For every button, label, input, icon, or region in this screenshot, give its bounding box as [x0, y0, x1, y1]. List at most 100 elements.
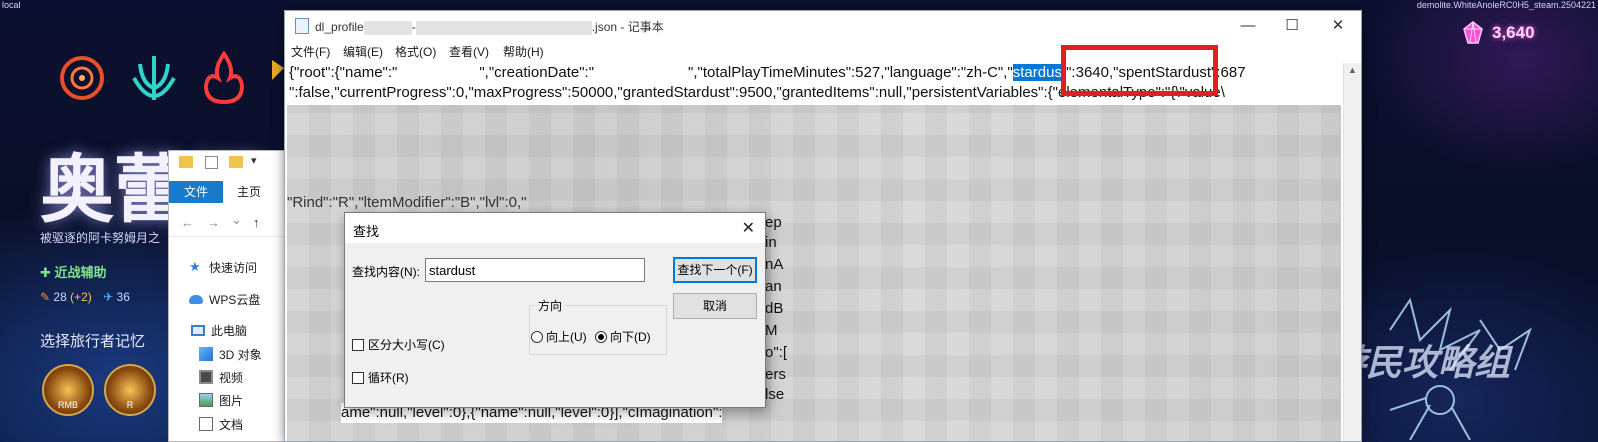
find-dialog-title: 查找: [353, 224, 380, 239]
file-explorer-window: ▾ 文件 主页 ← → ⌄ ↑ ★ 快速访问 WPS云盘 此电脑 3D 对象 视…: [168, 150, 289, 442]
sidebar-item-label: 快速访问: [209, 260, 258, 275]
flame-emblem-icon[interactable]: [198, 50, 250, 106]
shield-icon: ✈: [103, 290, 114, 304]
sidebar-item-documents[interactable]: 文档: [199, 414, 243, 434]
json-fragment: {"root":{"name":": [289, 64, 398, 81]
cube-icon: [199, 347, 213, 361]
text-fragment: dB: [765, 300, 784, 317]
memory-slot-r[interactable]: R: [104, 364, 156, 416]
direction-label: 方向: [535, 297, 566, 314]
text-fragment: an: [765, 278, 782, 295]
stat-attack-delta: (+2): [70, 290, 92, 304]
radio-selected-icon: [595, 330, 607, 343]
close-icon[interactable]: ✕: [742, 218, 755, 238]
memory-section-title: 选择旅行者记忆: [40, 333, 146, 350]
recent-dropdown-icon[interactable]: ⌄: [231, 212, 242, 228]
text-fragment: ep: [765, 214, 782, 231]
sidebar-item-label: 3D 对象: [219, 347, 262, 362]
cloud-icon: [189, 294, 203, 304]
redacted-block: [363, 20, 412, 35]
corner-label-left: local: [2, 0, 21, 10]
folder-icon[interactable]: [179, 156, 193, 168]
checkbox-label: 循环(R): [368, 371, 409, 385]
find-what-input[interactable]: [425, 258, 645, 282]
memory-key-label: R: [126, 400, 134, 410]
sidebar-item-quick-access[interactable]: ★ 快速访问: [189, 257, 257, 277]
trident-emblem-icon[interactable]: [128, 50, 180, 106]
new-folder-icon[interactable]: [229, 156, 243, 168]
sidebar-item-label: 视频: [219, 370, 244, 385]
sidebar-item-pictures[interactable]: 图片: [199, 390, 243, 410]
find-next-button[interactable]: 查找下一个(F): [673, 257, 757, 283]
text-fragment: lse: [765, 386, 785, 403]
computer-icon: [191, 324, 205, 336]
checkbox-unchecked-icon: [352, 338, 364, 351]
sidebar-item-this-pc[interactable]: 此电脑: [191, 320, 247, 340]
stardust-gem-icon: [1463, 21, 1483, 44]
build-version-label: demolite.WhiteAnoleRC0H5_steam.2504221: [1416, 0, 1596, 10]
text-fragment: nA: [765, 256, 784, 273]
minimize-button[interactable]: —: [1225, 14, 1271, 38]
find-dialog-titlebar[interactable]: 查找 ✕: [345, 213, 765, 243]
close-button[interactable]: ✕: [1315, 14, 1361, 38]
json-fragment: ","creationDate":": [479, 64, 595, 81]
quick-access-toolbar: ▾: [169, 151, 289, 177]
sidebar-item-label: WPS云盘: [209, 292, 261, 307]
sidebar-item-videos[interactable]: 视频: [199, 367, 243, 387]
sun-emblem-icon[interactable]: [56, 50, 108, 106]
tab-home[interactable]: 主页: [237, 183, 261, 200]
menu-view[interactable]: 查看(V): [449, 43, 489, 60]
notepad-titlebar[interactable]: dl_profile - .json - 记事本 — ☐ ✕: [285, 11, 1361, 41]
up-arrow-icon[interactable]: ↑: [253, 215, 260, 230]
skill-label: ✚ 近战辅助: [40, 262, 107, 281]
scroll-up-arrow-icon[interactable]: ▲: [1348, 65, 1357, 75]
tab-file[interactable]: 文件: [169, 181, 223, 203]
vertical-scrollbar[interactable]: ▲: [1343, 63, 1361, 441]
back-arrow-icon[interactable]: ←: [181, 215, 194, 230]
radio-label: 向下(D): [610, 330, 651, 344]
character-subtitle: 被驱逐的阿卡努姆月之: [40, 231, 161, 245]
text-fragment: o":[: [765, 344, 788, 361]
sword-icon: ✎: [40, 290, 51, 304]
find-what-label: 查找内容(N):: [352, 265, 420, 279]
title-filename-prefix: dl_profile: [315, 20, 364, 34]
notepad-icon: [295, 18, 309, 34]
forward-arrow-icon[interactable]: →: [207, 215, 220, 230]
memory-slot-rmb[interactable]: RMB: [42, 364, 94, 416]
maximize-button[interactable]: ☐: [1269, 14, 1315, 38]
sidebar-item-wps-cloud[interactable]: WPS云盘: [189, 289, 260, 309]
navigation-bar: ← → ⌄ ↑: [169, 209, 289, 237]
sidebar-item-label: 文档: [219, 417, 244, 432]
stat-attack: 28: [53, 290, 67, 304]
currency-value: 3,640: [1492, 23, 1535, 42]
direction-down-radio[interactable]: 向下(D): [595, 328, 651, 345]
skill-label-text: 近战辅助: [54, 265, 107, 280]
video-icon: [199, 370, 213, 384]
checkbox-label: 区分大小写(C): [368, 338, 445, 352]
window-title: dl_profile - .json - 记事本: [315, 20, 664, 35]
menu-help[interactable]: 帮助(H): [503, 43, 544, 60]
menu-edit[interactable]: 编辑(E): [343, 43, 383, 60]
text-fragment: in: [765, 234, 777, 251]
direction-up-radio[interactable]: 向上(U): [531, 328, 587, 345]
search-highlight: stardust: [1012, 64, 1067, 81]
checkbox-unchecked-icon: [352, 371, 364, 384]
plus-icon: ✚: [40, 265, 55, 280]
text-fragment: ers: [765, 366, 786, 383]
title-filename-suffix: .json - 记事本: [591, 20, 664, 34]
memory-key-label: RMB: [58, 400, 78, 410]
currency-display: 3,640: [1460, 20, 1535, 46]
stat-defense: 36: [116, 290, 130, 304]
find-dialog: 查找 ✕ 查找内容(N): 查找下一个(F) 取消 方向 向上(U) 向下(D)…: [344, 212, 766, 408]
wrap-around-checkbox[interactable]: 循环(R): [352, 369, 409, 386]
radio-label: 向上(U): [546, 330, 587, 344]
customize-dropdown-icon[interactable]: ▾: [251, 154, 257, 167]
menu-format[interactable]: 格式(O): [395, 43, 436, 60]
properties-icon[interactable]: [205, 156, 218, 169]
character-stats: ✎ 28 (+2) ✈ 36: [40, 290, 130, 304]
ribbon: 文件 主页: [169, 179, 289, 203]
menu-file[interactable]: 文件(F): [291, 43, 330, 60]
match-case-checkbox[interactable]: 区分大小写(C): [352, 336, 445, 353]
sidebar-item-3d-objects[interactable]: 3D 对象: [199, 344, 262, 364]
cancel-button[interactable]: 取消: [673, 293, 757, 319]
